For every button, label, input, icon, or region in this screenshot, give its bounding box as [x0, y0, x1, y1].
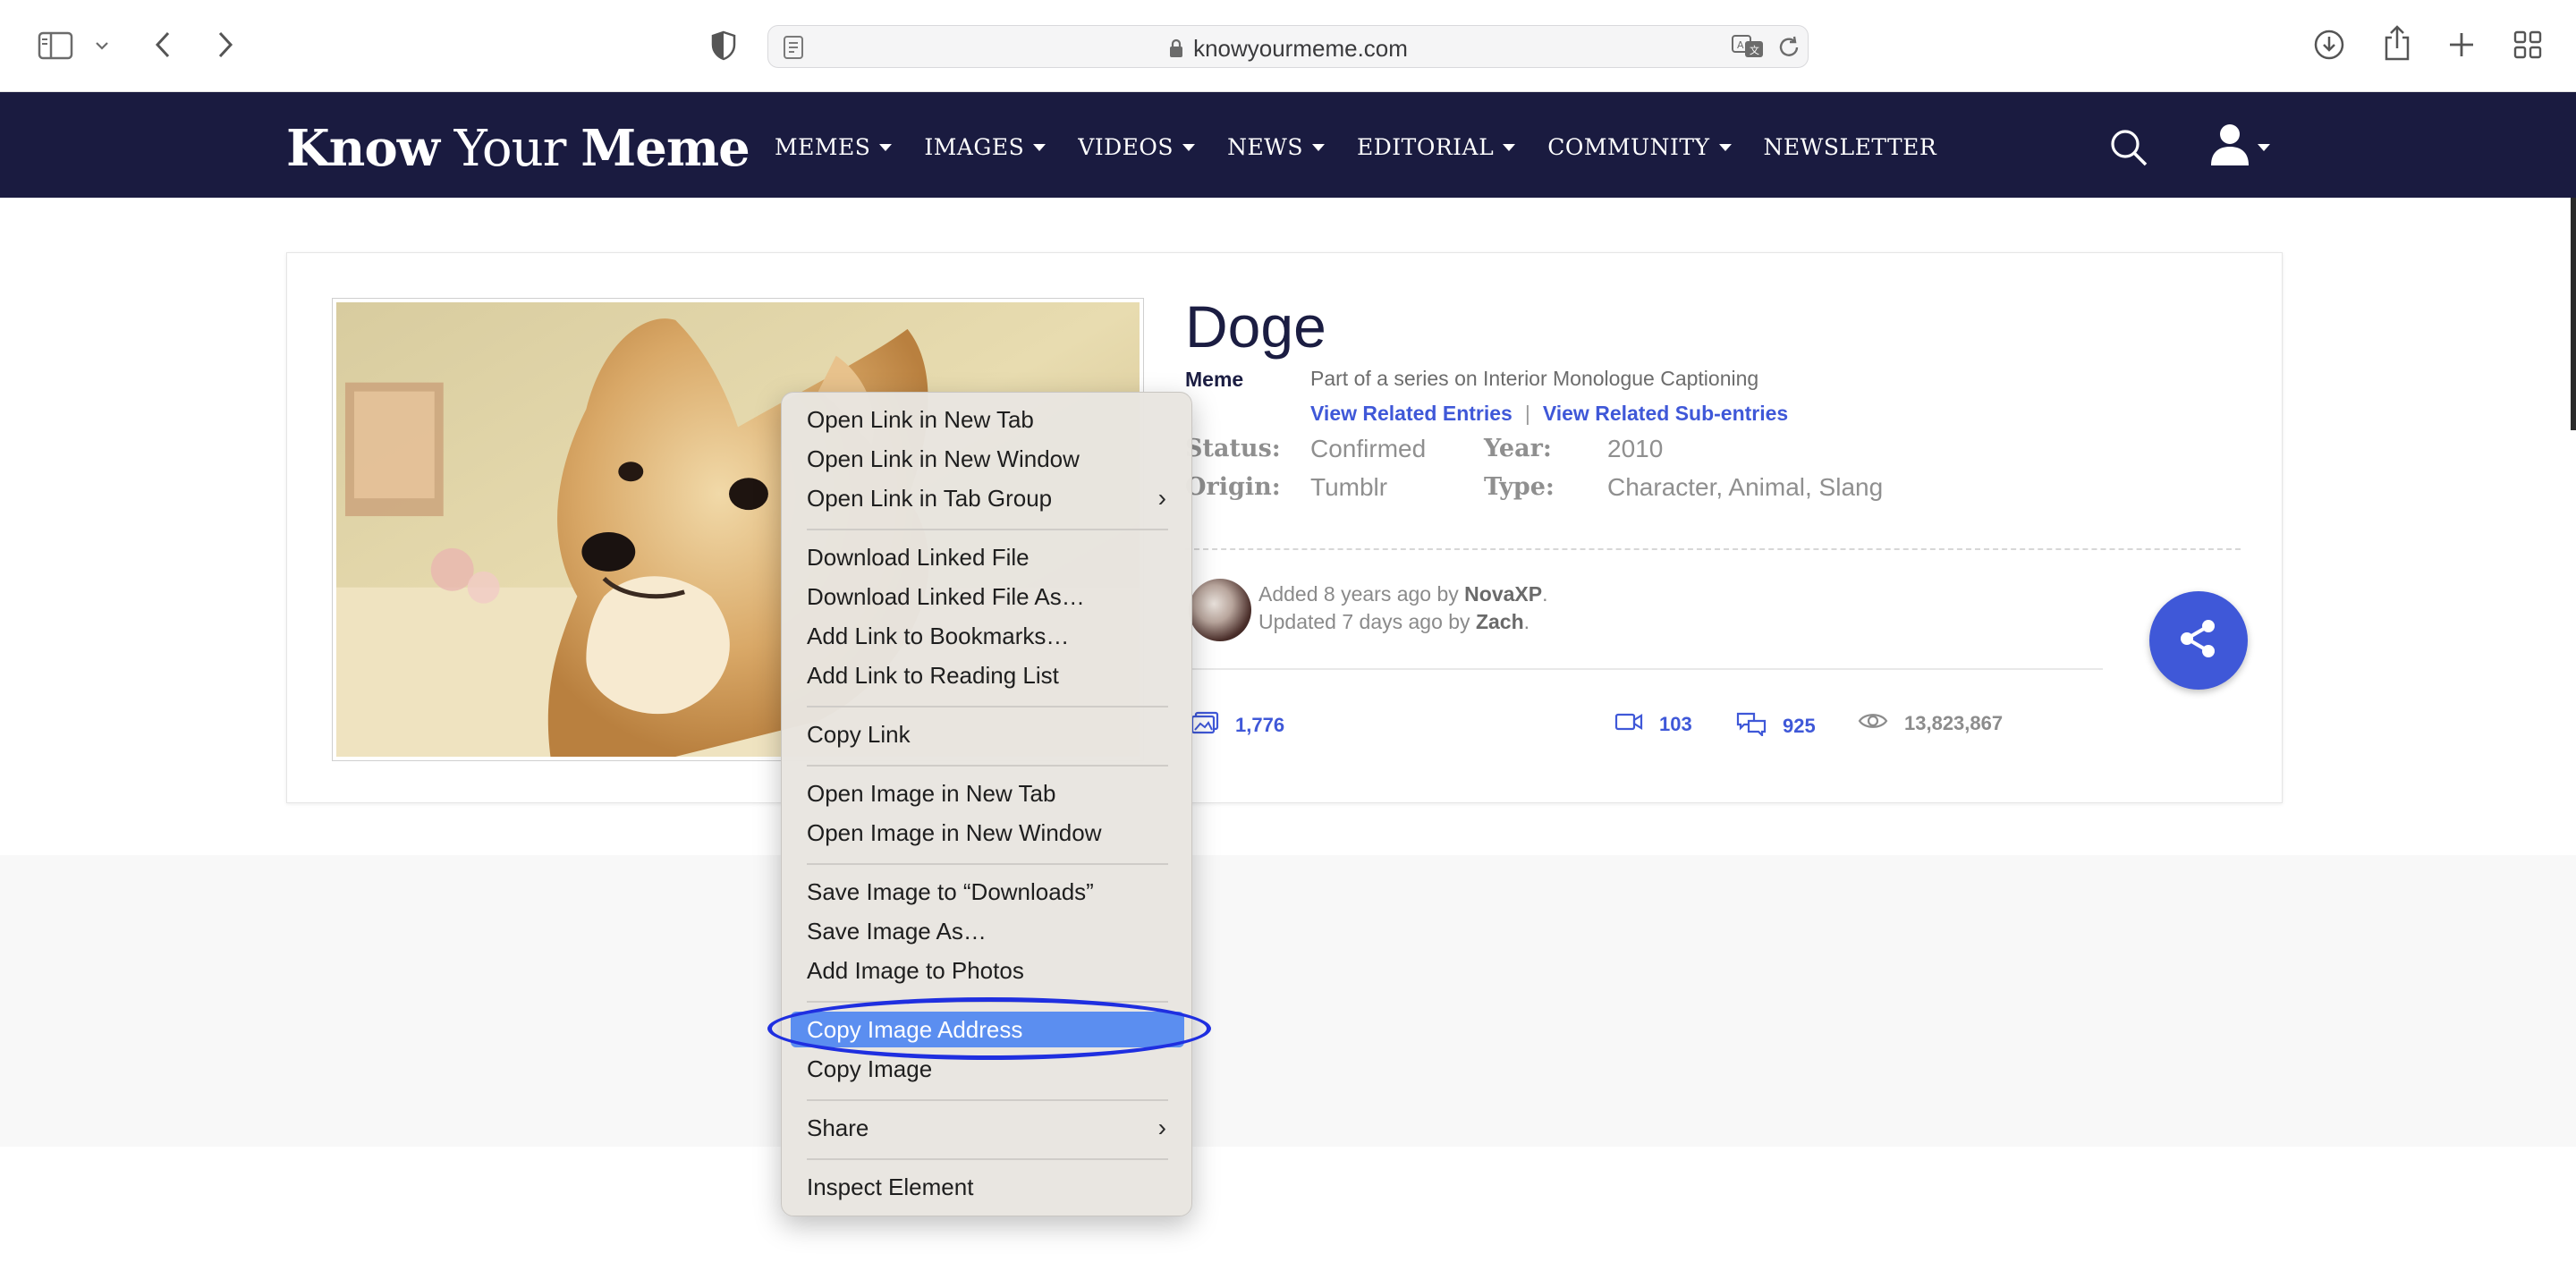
caret-down-icon [1033, 143, 1046, 151]
search-icon[interactable] [2109, 128, 2148, 172]
chevron-right-icon: › [1157, 484, 1166, 512]
entry-history: Added 8 years ago by NovaXP. Updated 7 d… [1258, 582, 1548, 633]
nav-images[interactable]: IMAGES [924, 134, 1046, 160]
translate-icon[interactable]: A文 [1731, 33, 1767, 64]
nav-newsletter[interactable]: NEWSLETTER [1764, 134, 1937, 160]
origin-value: Tumblr [1310, 473, 1388, 501]
context-menu: Open Link in New Tab Open Link in New Wi… [781, 392, 1192, 1216]
nav-videos[interactable]: VIDEOS [1078, 134, 1196, 160]
caret-down-icon [1182, 143, 1196, 151]
menu-open-image-new-tab[interactable]: Open Image in New Tab [791, 775, 1184, 811]
caret-down-icon [2258, 143, 2270, 151]
menu-copy-link[interactable]: Copy Link [791, 716, 1184, 752]
menu-add-image-photos[interactable]: Add Image to Photos [791, 953, 1184, 988]
url-display: knowyourmeme.com [768, 35, 1808, 64]
menu-share[interactable]: Share › [791, 1110, 1184, 1146]
lock-icon [1168, 37, 1184, 64]
nav-community[interactable]: COMMUNITY [1547, 134, 1732, 160]
avatar[interactable] [1189, 579, 1251, 641]
menu-inspect-element[interactable]: Inspect Element [791, 1169, 1184, 1205]
share-icon[interactable] [2379, 23, 2415, 63]
menu-download-linked-file[interactable]: Download Linked File [791, 539, 1184, 575]
reload-icon[interactable] [1777, 35, 1801, 64]
forward-arrow-icon[interactable] [211, 27, 240, 63]
view-related-sub-entries-link[interactable]: View Related Sub-entries [1543, 402, 1788, 425]
caret-down-icon [1312, 143, 1326, 151]
privacy-shield-icon[interactable] [708, 29, 739, 63]
menu-separator [807, 863, 1168, 865]
downloads-icon[interactable] [2311, 27, 2347, 63]
stat-videos[interactable]: 103 [1614, 711, 1692, 738]
scrollbar[interactable] [2571, 198, 2576, 430]
caret-down-icon [879, 143, 893, 151]
divider-dashed [1185, 548, 2241, 550]
year-label: Year: [1484, 435, 1552, 462]
status-label: Status: [1185, 435, 1281, 462]
category-label: Meme [1185, 368, 1244, 391]
menu-separator [807, 1158, 1168, 1160]
stat-images[interactable]: 1,776 [1191, 711, 1284, 740]
user-menu[interactable] [2209, 123, 2270, 172]
link-separator: | [1524, 402, 1530, 425]
caret-down-icon [1718, 143, 1732, 151]
video-camera-icon [1614, 711, 1643, 738]
related-links: View Related Entries | View Related Sub-en… [1310, 402, 1788, 426]
menu-add-link-bookmarks[interactable]: Add Link to Bookmarks… [791, 618, 1184, 654]
address-bar[interactable]: knowyourmeme.com A文 [767, 25, 1809, 68]
stat-views: 13,823,867 [1858, 711, 2003, 736]
site-navbar: Know Your Meme MEMES IMAGES VIDEOS NEWS … [0, 92, 2576, 198]
type-label: Type: [1484, 473, 1555, 501]
user-icon [2209, 123, 2250, 172]
menu-add-link-reading-list[interactable]: Add Link to Reading List [791, 657, 1184, 693]
stat-comments[interactable]: 925 [1736, 711, 1816, 741]
menu-open-link-tab-group[interactable]: Open Link in Tab Group › [791, 480, 1184, 516]
browser-toolbar: knowyourmeme.com A文 [0, 0, 2576, 92]
images-icon [1191, 711, 1219, 740]
menu-save-image-as[interactable]: Save Image As… [791, 913, 1184, 949]
menu-save-image-downloads[interactable]: Save Image to “Downloads” [791, 874, 1184, 910]
eye-icon [1858, 711, 1888, 736]
nav-memes[interactable]: MEMES [775, 134, 893, 160]
year-value: 2010 [1607, 435, 1664, 462]
entry-header-card: Doge Meme Part of a series on Interior M… [286, 252, 2283, 803]
nav-menu: MEMES IMAGES VIDEOS NEWS EDITORIAL COMMU… [775, 134, 1969, 160]
sidebar-chevron-down-icon[interactable] [91, 36, 113, 55]
svg-text:文: 文 [1750, 44, 1759, 56]
content-band [0, 855, 2576, 1147]
new-tab-plus-icon[interactable] [2445, 29, 2478, 61]
menu-separator [807, 529, 1168, 530]
menu-open-image-new-window[interactable]: Open Image in New Window [791, 815, 1184, 851]
share-nodes-icon [2178, 618, 2219, 664]
status-value: Confirmed [1310, 435, 1427, 462]
nav-editorial[interactable]: EDITORIAL [1357, 134, 1516, 160]
nav-news[interactable]: NEWS [1227, 134, 1326, 160]
menu-open-link-new-window[interactable]: Open Link in New Window [791, 441, 1184, 477]
menu-download-linked-file-as[interactable]: Download Linked File As… [791, 579, 1184, 614]
origin-label: Origin: [1185, 473, 1281, 501]
share-button[interactable] [2149, 591, 2248, 690]
tab-overview-icon[interactable] [2512, 29, 2544, 61]
sidebar-toggle-icon[interactable] [36, 29, 75, 63]
updated-by-user-link[interactable]: Zach [1476, 610, 1524, 633]
menu-separator [807, 765, 1168, 767]
divider-line [1185, 668, 2103, 670]
svg-text:A: A [1737, 39, 1744, 51]
type-value: Character, Animal, Slang [1607, 473, 1884, 501]
series-text: Part of a series on Interior Monologue C… [1310, 367, 1759, 390]
page-title: Doge [1185, 293, 1326, 360]
added-by-user-link[interactable]: NovaXP [1464, 582, 1542, 606]
menu-open-link-new-tab[interactable]: Open Link in New Tab [791, 402, 1184, 437]
menu-separator [807, 1099, 1168, 1101]
comments-icon [1736, 711, 1767, 741]
back-arrow-icon[interactable] [148, 27, 177, 63]
caret-down-icon [1503, 143, 1516, 151]
site-logo[interactable]: Know Your Meme [286, 119, 750, 178]
menu-separator [807, 706, 1168, 708]
highlight-annotation-circle [767, 997, 1211, 1060]
chevron-right-icon: › [1157, 1114, 1166, 1141]
view-related-entries-link[interactable]: View Related Entries [1310, 402, 1513, 425]
